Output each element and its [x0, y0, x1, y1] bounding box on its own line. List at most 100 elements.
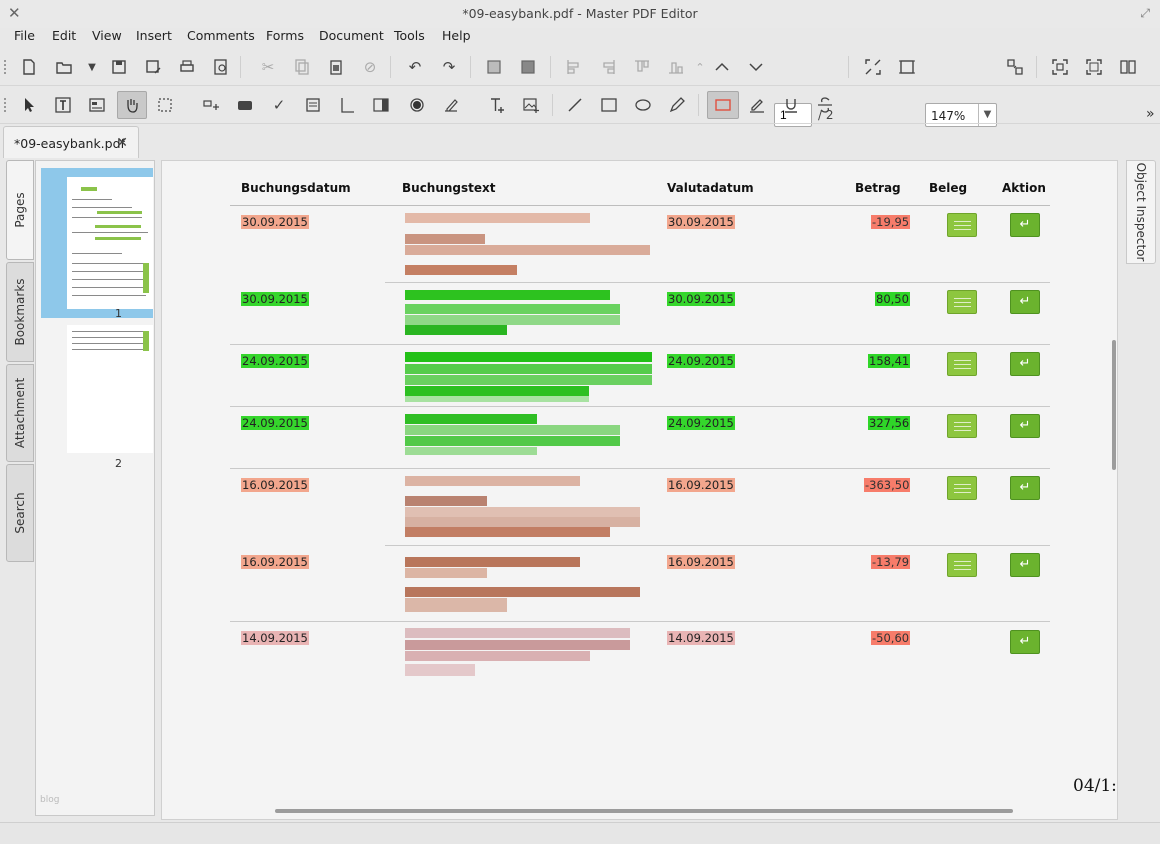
edit-forms-icon[interactable] — [85, 93, 109, 117]
new-document-icon[interactable] — [17, 55, 41, 79]
vertical-scrollbar[interactable] — [1112, 340, 1116, 470]
edit-text-icon[interactable] — [51, 93, 75, 117]
action-return-icon[interactable]: ↵ — [1010, 630, 1040, 654]
align-left-icon[interactable] — [562, 55, 586, 79]
align-top-icon[interactable] — [630, 55, 654, 79]
page-thumbnails-panel: 1 2 blog — [35, 160, 155, 816]
select-arrow-icon[interactable] — [17, 93, 41, 117]
status-bar — [0, 822, 1160, 844]
hand-tool-icon[interactable] — [117, 91, 147, 119]
save-icon[interactable] — [107, 55, 131, 79]
rectangle-tool-icon[interactable] — [597, 93, 621, 117]
paste-icon[interactable] — [324, 55, 348, 79]
previous-page-icon[interactable] — [710, 55, 734, 79]
row-value-date: 16.09.2015 — [667, 555, 735, 569]
fit-visible-icon[interactable] — [1082, 55, 1106, 79]
add-link-icon[interactable] — [199, 93, 223, 117]
row-date: 24.09.2015 — [241, 416, 309, 430]
row-amount: 80,50 — [875, 292, 910, 306]
text-box-tool-icon[interactable] — [707, 91, 739, 119]
receipt-icon[interactable] — [947, 352, 977, 376]
full-screen-icon[interactable] — [1048, 55, 1072, 79]
line-tool-icon[interactable] — [563, 93, 587, 117]
add-image-icon[interactable] — [519, 93, 543, 117]
row-value-date: 30.09.2015 — [667, 215, 735, 229]
redo-icon[interactable]: ↷ — [437, 55, 461, 79]
open-folder-icon[interactable] — [52, 55, 76, 79]
combo-box-icon[interactable] — [369, 93, 393, 117]
actual-size-icon[interactable] — [895, 55, 919, 79]
two-page-icon[interactable] — [1116, 55, 1140, 79]
tab-attachment[interactable]: Attachment — [6, 364, 34, 462]
radio-button-icon[interactable] — [405, 93, 429, 117]
menu-comments[interactable]: Comments — [187, 28, 255, 43]
cut-icon[interactable]: ✂ — [256, 55, 280, 79]
print-preview-icon[interactable] — [209, 55, 233, 79]
pencil-tool-icon[interactable] — [665, 93, 689, 117]
delete-icon[interactable]: ⊘ — [358, 55, 382, 79]
receipt-icon[interactable] — [947, 213, 977, 237]
save-as-icon[interactable] — [141, 55, 165, 79]
horizontal-scrollbar[interactable] — [275, 809, 1013, 813]
action-return-icon[interactable]: ↵ — [1010, 553, 1040, 577]
strikeout-tool-icon[interactable] — [813, 93, 837, 117]
text-field-icon[interactable] — [301, 93, 325, 117]
add-button-icon[interactable] — [233, 93, 257, 117]
underline-tool-icon[interactable] — [779, 93, 803, 117]
menu-insert[interactable]: Insert — [136, 28, 172, 43]
tab-bookmarks[interactable]: Bookmarks — [6, 262, 34, 362]
add-text-icon[interactable] — [485, 93, 509, 117]
undo-icon[interactable]: ↶ — [403, 55, 427, 79]
toolbar-grip-2[interactable] — [4, 98, 8, 112]
action-return-icon[interactable]: ↵ — [1010, 476, 1040, 500]
close-tab-icon[interactable]: ✕ — [116, 135, 128, 151]
action-return-icon[interactable]: ↵ — [1010, 352, 1040, 376]
toolbar-grip[interactable] — [4, 60, 8, 74]
receipt-icon[interactable] — [947, 476, 977, 500]
row-date: 30.09.2015 — [241, 215, 309, 229]
receipt-icon[interactable] — [947, 414, 977, 438]
menu-help[interactable]: Help — [442, 28, 471, 43]
blurred-text — [405, 557, 580, 567]
open-dropdown-icon[interactable]: ▼ — [80, 55, 104, 79]
fit-page-icon[interactable] — [861, 55, 885, 79]
receipt-icon[interactable] — [947, 290, 977, 314]
action-return-icon[interactable]: ↵ — [1010, 414, 1040, 438]
row-divider — [385, 621, 1050, 622]
ellipse-tool-icon[interactable] — [631, 93, 655, 117]
document-tab[interactable]: *09-easybank.pdf ✕ — [3, 126, 139, 158]
maximize-icon[interactable]: ⤢ — [1140, 6, 1150, 21]
checkbox-icon[interactable]: ✓ — [267, 93, 291, 117]
align-dropdown-icon[interactable]: ⌃ — [688, 55, 712, 79]
menu-document[interactable]: Document — [319, 28, 384, 43]
row-date: 16.09.2015 — [241, 478, 309, 492]
bring-front-icon[interactable] — [482, 55, 506, 79]
list-box-icon[interactable] — [335, 93, 359, 117]
row-amount: -19,95 — [871, 215, 911, 229]
tab-pages[interactable]: Pages — [6, 160, 34, 260]
receipt-icon[interactable] — [947, 553, 977, 577]
page-indicator: 04/1: — [1073, 776, 1117, 796]
align-bottom-icon[interactable] — [664, 55, 688, 79]
signature-field-icon[interactable] — [439, 93, 463, 117]
align-right-icon[interactable] — [596, 55, 620, 79]
page-2-thumbnail[interactable] — [67, 325, 153, 453]
fit-width-icon[interactable] — [1003, 55, 1027, 79]
tab-search[interactable]: Search — [6, 464, 34, 562]
object-inspector-tab[interactable]: Object Inspector — [1126, 160, 1156, 264]
row-divider — [385, 545, 1050, 546]
copy-icon[interactable] — [290, 55, 314, 79]
action-return-icon[interactable]: ↵ — [1010, 290, 1040, 314]
print-icon[interactable] — [175, 55, 199, 79]
page-1-thumbnail[interactable] — [67, 177, 153, 309]
menu-tools[interactable]: Tools — [394, 28, 425, 43]
menu-edit[interactable]: Edit — [52, 28, 76, 43]
menu-file[interactable]: File — [14, 28, 35, 43]
menu-view[interactable]: View — [92, 28, 122, 43]
highlight-tool-icon[interactable] — [745, 93, 769, 117]
action-return-icon[interactable]: ↵ — [1010, 213, 1040, 237]
next-page-icon[interactable] — [744, 55, 768, 79]
send-back-icon[interactable] — [516, 55, 540, 79]
menu-forms[interactable]: Forms — [266, 28, 304, 43]
select-area-icon[interactable] — [153, 93, 177, 117]
